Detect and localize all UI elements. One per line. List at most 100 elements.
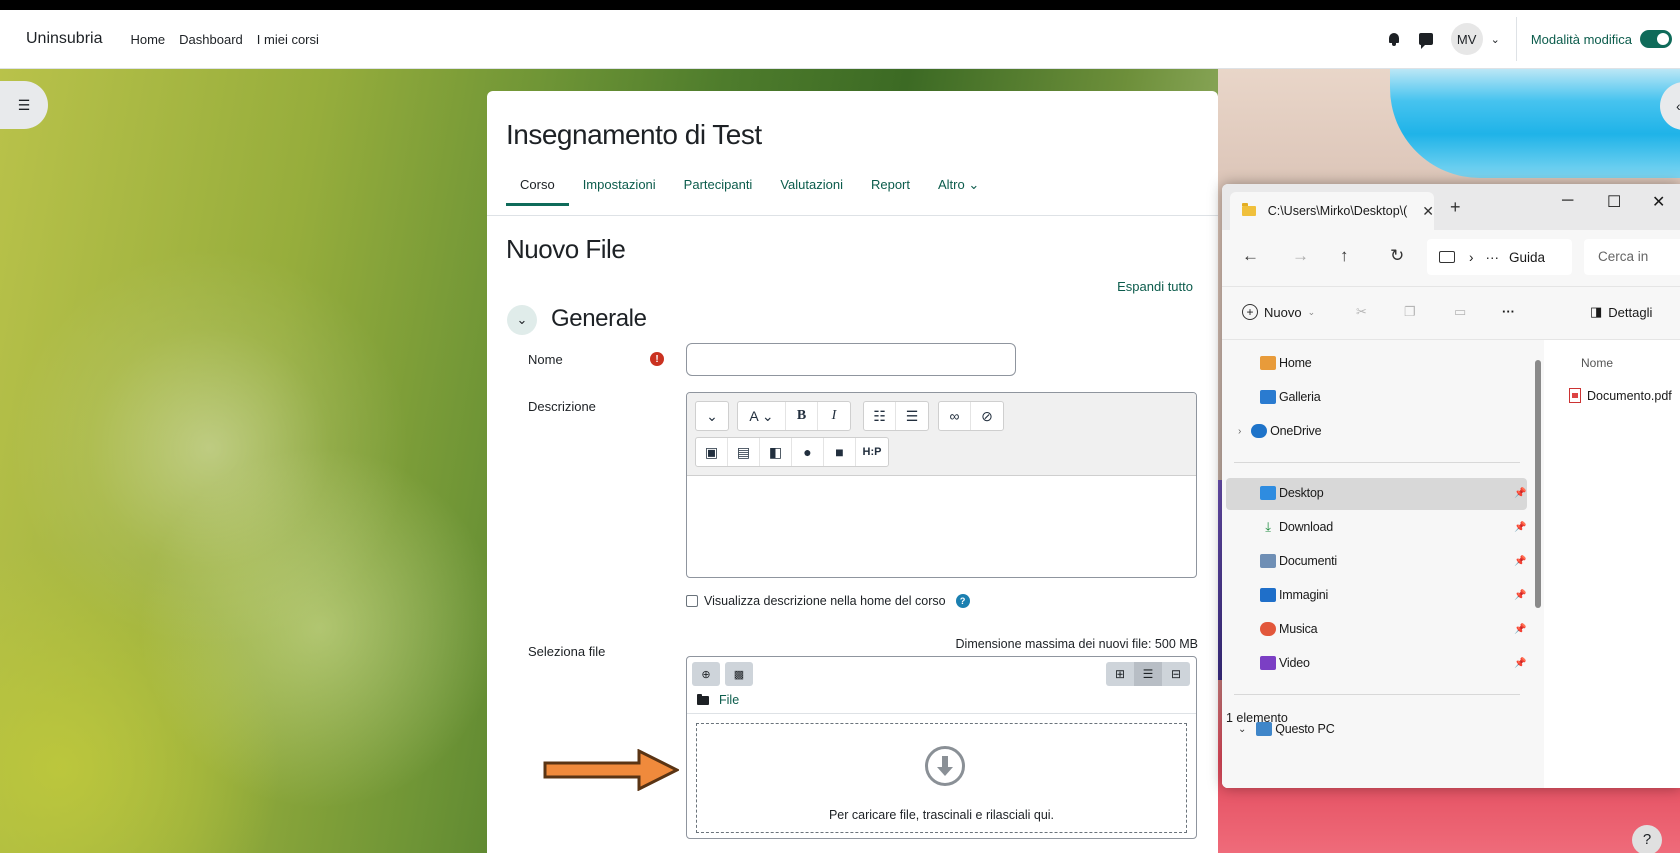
- user-avatar[interactable]: MV: [1450, 23, 1483, 55]
- explorer-tab[interactable]: C:\Users\Mirko\Desktop\( ✕: [1230, 192, 1434, 230]
- name-input[interactable]: [686, 343, 1016, 376]
- required-icon: !: [650, 352, 664, 366]
- navbar-right: MV ⌄ Modalità modifica: [1387, 10, 1680, 68]
- nav-link-dashboard[interactable]: Dashboard: [179, 32, 243, 47]
- nav-item-label: Download: [1279, 520, 1333, 534]
- copy-icon[interactable]: ❐: [1404, 304, 1416, 320]
- h5p-icon[interactable]: H:P: [856, 438, 888, 466]
- folder-icon: [697, 693, 709, 705]
- bold-button[interactable]: B: [786, 402, 818, 430]
- nav-item-desktop[interactable]: Desktop: [1260, 486, 1324, 500]
- microphone-icon[interactable]: ●: [792, 438, 824, 466]
- details-button[interactable]: ◨ Dettagli: [1590, 304, 1652, 320]
- editor-content-area[interactable]: [687, 476, 1196, 576]
- expand-all-link[interactable]: Espandi tutto: [1117, 279, 1193, 294]
- nav-item-music[interactable]: Musica: [1260, 622, 1318, 636]
- unlink-icon[interactable]: ⊘: [971, 402, 1003, 430]
- search-box[interactable]: Cerca in: [1584, 239, 1680, 275]
- navigation-scrollbar[interactable]: [1535, 360, 1541, 608]
- tab-settings[interactable]: Impostazioni: [569, 176, 670, 206]
- gallery-icon: [1260, 390, 1276, 404]
- address-bar[interactable]: › ··· Guida: [1427, 239, 1572, 275]
- create-folder-button[interactable]: ▩: [725, 662, 753, 686]
- list-view-icon[interactable]: ☰: [1134, 662, 1162, 686]
- forward-icon[interactable]: →: [1292, 246, 1309, 266]
- new-tab-icon[interactable]: +: [1450, 197, 1461, 218]
- new-button[interactable]: + Nuovo ⌄: [1242, 304, 1315, 320]
- paste-icon[interactable]: ▭: [1454, 304, 1466, 320]
- new-label: Nuovo: [1264, 304, 1302, 320]
- column-header-name[interactable]: Nome: [1581, 356, 1613, 370]
- numbered-list-icon[interactable]: ☰: [896, 402, 928, 430]
- up-icon[interactable]: ↑: [1340, 246, 1349, 266]
- maximize-icon[interactable]: ☐: [1607, 192, 1621, 212]
- description-label: Descrizione: [528, 399, 596, 414]
- bell-icon[interactable]: [1387, 32, 1401, 46]
- chevron-down-icon[interactable]: ⌄: [1491, 33, 1500, 46]
- edit-mode-toggle[interactable]: [1640, 30, 1672, 48]
- course-title: Insegnamento di Test: [506, 119, 762, 150]
- grid-view-icon[interactable]: ⊞: [1106, 662, 1134, 686]
- nav-item-onedrive[interactable]: › OneDrive: [1238, 424, 1322, 438]
- help-button[interactable]: ?: [1632, 825, 1662, 853]
- nav-item-label: Desktop: [1279, 486, 1324, 500]
- minimize-icon[interactable]: ─: [1562, 192, 1573, 210]
- select-file-label: Seleziona file: [528, 644, 606, 659]
- nav-item-video[interactable]: Video: [1260, 656, 1310, 670]
- nav-link-my-courses[interactable]: I miei corsi: [257, 32, 319, 47]
- nav-item-gallery[interactable]: Galleria: [1260, 390, 1321, 404]
- collapse-toolbar-button[interactable]: ⌄: [696, 402, 728, 430]
- nav-item-pictures[interactable]: Immagini: [1260, 588, 1328, 602]
- close-tab-icon[interactable]: ✕: [1422, 203, 1434, 220]
- details-pane-icon: ◨: [1590, 304, 1603, 319]
- font-style-button[interactable]: A ⌄: [738, 402, 786, 430]
- link-icon[interactable]: ∞: [939, 402, 971, 430]
- back-icon[interactable]: ←: [1242, 246, 1259, 266]
- tree-view-icon[interactable]: ⊟: [1162, 662, 1190, 686]
- chevron-right-icon: ›: [1238, 425, 1242, 437]
- embed-icon[interactable]: ◧: [760, 438, 792, 466]
- bullet-list-icon[interactable]: ☷: [864, 402, 896, 430]
- tab-reports[interactable]: Report: [857, 176, 924, 206]
- nav-item-label: Home: [1279, 356, 1312, 370]
- name-label: Nome: [528, 352, 563, 367]
- italic-button[interactable]: I: [818, 402, 850, 430]
- file-dropzone[interactable]: Per caricare file, trascinali e rilascia…: [696, 723, 1187, 833]
- help-icon[interactable]: ?: [955, 594, 970, 608]
- tab-grades[interactable]: Valutazioni: [766, 176, 857, 206]
- nav-item-home[interactable]: Home: [1260, 356, 1312, 370]
- pin-icon: 📌: [1514, 488, 1527, 499]
- toolbar-group-format: ⌄: [695, 401, 729, 431]
- add-file-button[interactable]: ⊕: [692, 662, 720, 686]
- cut-icon[interactable]: ✂: [1356, 304, 1367, 320]
- file-path-root[interactable]: File: [719, 693, 739, 707]
- show-description-checkbox[interactable]: [686, 595, 698, 607]
- background-blue-pencil: [1390, 68, 1680, 178]
- file-path-breadcrumb: File: [697, 693, 739, 707]
- download-arrow-icon: [925, 746, 965, 786]
- tab-participants[interactable]: Partecipanti: [670, 176, 767, 206]
- image-icon[interactable]: ▣: [696, 438, 728, 466]
- tab-course[interactable]: Corso: [506, 176, 569, 206]
- video-camera-icon[interactable]: ■: [824, 438, 856, 466]
- nav-item-label: OneDrive: [1270, 424, 1322, 438]
- more-options-icon[interactable]: ···: [1502, 304, 1515, 319]
- nav-item-download[interactable]: ⤓ Download: [1260, 520, 1333, 535]
- address-crumb[interactable]: Guida: [1509, 250, 1545, 265]
- file-row[interactable]: Documento.pdf: [1569, 388, 1672, 403]
- close-icon[interactable]: ✕: [1652, 192, 1665, 212]
- page-title: Nuovo File: [506, 234, 626, 264]
- section-collapse-button[interactable]: ⌄: [507, 305, 537, 335]
- course-index-toggle-button[interactable]: ☰: [0, 81, 48, 129]
- nav-item-documents[interactable]: Documenti: [1260, 554, 1337, 568]
- tab-more[interactable]: Altro ⌄: [924, 176, 993, 206]
- item-count: 1 elemento: [1226, 711, 1288, 725]
- desktop-icon: [1260, 486, 1276, 500]
- folder-plus-icon: ▩: [733, 668, 745, 681]
- messages-icon[interactable]: [1418, 33, 1433, 49]
- media-file-icon[interactable]: ▤: [728, 438, 760, 466]
- site-brand[interactable]: Uninsubria: [26, 30, 102, 48]
- nav-link-home[interactable]: Home: [130, 32, 165, 47]
- file-manager: ⊕ ▩ ⊞ ☰ ⊟ File Per caricare file, trasci…: [686, 656, 1197, 839]
- refresh-icon[interactable]: ↻: [1390, 246, 1404, 266]
